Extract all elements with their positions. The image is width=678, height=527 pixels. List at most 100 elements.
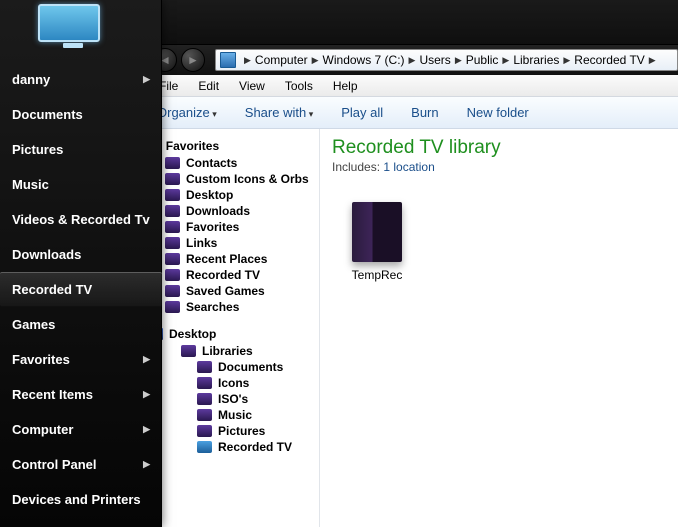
library-title: Recorded TV library bbox=[332, 137, 666, 159]
tree-desktop-header[interactable]: Desktop bbox=[149, 325, 315, 343]
breadcrumb-segment[interactable]: Recorded TV bbox=[574, 53, 644, 67]
chevron-right-icon[interactable]: ▶ bbox=[244, 55, 251, 66]
start-panel-item[interactable]: Computer▶ bbox=[0, 412, 162, 447]
tree-item[interactable]: Pictures bbox=[149, 423, 315, 439]
menu-help[interactable]: Help bbox=[325, 77, 366, 95]
start-panel-item-label: danny bbox=[12, 72, 50, 87]
chevron-right-icon[interactable]: ▶ bbox=[455, 55, 462, 66]
folder-icon bbox=[165, 253, 180, 265]
tree-item-label: Documents bbox=[218, 360, 283, 374]
explorer-window: ◄ ► ▶Computer▶Windows 7 (C:)▶Users▶Publi… bbox=[145, 0, 678, 527]
nav-forward-button[interactable]: ► bbox=[181, 48, 205, 72]
menu-edit[interactable]: Edit bbox=[190, 77, 227, 95]
burn-button[interactable]: Burn bbox=[411, 105, 438, 120]
start-panel-item[interactable]: Recorded TV bbox=[0, 272, 162, 307]
tree-item-label: Icons bbox=[218, 376, 249, 390]
start-panel-item[interactable]: Music bbox=[0, 167, 162, 202]
tree-item[interactable]: Downloads bbox=[149, 203, 315, 219]
submenu-arrow-icon: ▶ bbox=[143, 424, 150, 435]
file-item[interactable]: TempRec bbox=[332, 202, 422, 282]
menu-bar: File Edit View Tools Help bbox=[145, 75, 678, 97]
breadcrumb-segment[interactable]: Windows 7 (C:) bbox=[323, 53, 405, 67]
start-panel-item[interactable]: Recent Items▶ bbox=[0, 377, 162, 412]
folder-icon bbox=[165, 205, 180, 217]
folder-icon bbox=[197, 425, 212, 437]
tree-item[interactable]: Saved Games bbox=[149, 283, 315, 299]
start-panel-item[interactable]: Videos & Recorded Tv bbox=[0, 202, 162, 237]
tree-item[interactable]: Icons bbox=[149, 375, 315, 391]
breadcrumb-segment[interactable]: Public bbox=[466, 53, 499, 67]
start-panel-item[interactable]: Games bbox=[0, 307, 162, 342]
chevron-right-icon[interactable]: ▶ bbox=[409, 55, 416, 66]
folder-icon bbox=[165, 173, 180, 185]
monitor-icon bbox=[38, 4, 100, 42]
tree-item[interactable]: Custom Icons & Orbs bbox=[149, 171, 315, 187]
window-titlebar[interactable] bbox=[145, 0, 678, 45]
start-panel-item[interactable]: Downloads bbox=[0, 237, 162, 272]
start-panel-item-label: Documents bbox=[12, 107, 83, 122]
tree-item[interactable]: Desktop bbox=[149, 187, 315, 203]
tree-item[interactable]: Favorites bbox=[149, 219, 315, 235]
command-bar: Organize Share with Play all Burn New fo… bbox=[145, 97, 678, 129]
tree-item-label: ISO's bbox=[218, 392, 248, 406]
folder-icon bbox=[352, 202, 402, 262]
chevron-right-icon[interactable]: ▶ bbox=[649, 55, 656, 66]
start-panel-item[interactable]: Documents bbox=[0, 97, 162, 132]
includes-prefix: Includes: bbox=[332, 160, 383, 174]
folder-icon bbox=[165, 189, 180, 201]
start-panel-item[interactable]: Favorites▶ bbox=[0, 342, 162, 377]
folder-icon bbox=[165, 301, 180, 313]
tree-item[interactable]: ISO's bbox=[149, 391, 315, 407]
menu-view[interactable]: View bbox=[231, 77, 273, 95]
tree-favorites-header[interactable]: Favorites bbox=[149, 137, 315, 155]
start-panel-item[interactable]: Devices and Printers bbox=[0, 482, 162, 517]
tree-item[interactable]: Recent Places bbox=[149, 251, 315, 267]
tree-libraries[interactable]: Libraries bbox=[149, 343, 315, 359]
start-menu-panel: danny▶DocumentsPicturesMusicVideos & Rec… bbox=[0, 0, 162, 527]
start-panel-item-label: Devices and Printers bbox=[12, 492, 141, 507]
start-panel-item-label: Pictures bbox=[12, 142, 63, 157]
tree-item-label: Custom Icons & Orbs bbox=[186, 172, 309, 186]
start-panel-item[interactable]: danny▶ bbox=[0, 62, 162, 97]
organize-button[interactable]: Organize bbox=[157, 105, 217, 120]
folder-icon bbox=[165, 157, 180, 169]
folder-icon bbox=[197, 361, 212, 373]
tree-item[interactable]: Recorded TV bbox=[149, 267, 315, 283]
chevron-right-icon[interactable]: ▶ bbox=[312, 55, 319, 66]
navigation-pane: Favorites ContactsCustom Icons & OrbsDes… bbox=[145, 129, 320, 527]
menu-tools[interactable]: Tools bbox=[277, 77, 321, 95]
new-folder-button[interactable]: New folder bbox=[467, 105, 529, 120]
submenu-arrow-icon: ▶ bbox=[143, 354, 150, 365]
content-area: Favorites ContactsCustom Icons & OrbsDes… bbox=[145, 129, 678, 527]
tree-item-label: Links bbox=[186, 236, 217, 250]
tree-item[interactable]: Music bbox=[149, 407, 315, 423]
play-all-button[interactable]: Play all bbox=[341, 105, 383, 120]
file-name: TempRec bbox=[332, 268, 422, 282]
submenu-arrow-icon: ▶ bbox=[143, 459, 150, 470]
chevron-right-icon[interactable]: ▶ bbox=[563, 55, 570, 66]
monitor-stand-icon bbox=[63, 43, 83, 48]
folder-icon bbox=[165, 285, 180, 297]
tree-item[interactable]: Contacts bbox=[149, 155, 315, 171]
breadcrumb-segment[interactable]: Libraries bbox=[513, 53, 559, 67]
share-with-button[interactable]: Share with bbox=[245, 105, 313, 120]
start-panel-item[interactable]: Control Panel ▶ bbox=[0, 447, 162, 482]
tree-item[interactable]: Links bbox=[149, 235, 315, 251]
breadcrumb-segment[interactable]: Users bbox=[419, 53, 450, 67]
chevron-right-icon[interactable]: ▶ bbox=[502, 55, 509, 66]
tree-item[interactable]: Documents bbox=[149, 359, 315, 375]
tree-item-label: Recent Places bbox=[186, 252, 267, 266]
start-panel-item-label: Control Panel bbox=[12, 457, 97, 472]
user-picture-frame[interactable] bbox=[38, 4, 108, 50]
folder-icon bbox=[165, 221, 180, 233]
breadcrumb-segment[interactable]: Computer bbox=[255, 53, 308, 67]
tree-item[interactable]: Searches bbox=[149, 299, 315, 315]
tree-item[interactable]: Recorded TV bbox=[149, 439, 315, 455]
breadcrumb[interactable]: ▶Computer▶Windows 7 (C:)▶Users▶Public▶Li… bbox=[215, 49, 678, 71]
start-panel-item-label: Recent Items bbox=[12, 387, 93, 402]
items-pane[interactable]: Recorded TV library Includes: 1 location… bbox=[320, 129, 678, 527]
includes-link[interactable]: 1 location bbox=[383, 160, 434, 174]
start-panel-item-label: Downloads bbox=[12, 247, 81, 262]
start-panel-item[interactable]: Pictures bbox=[0, 132, 162, 167]
tree-item-label: Pictures bbox=[218, 424, 265, 438]
